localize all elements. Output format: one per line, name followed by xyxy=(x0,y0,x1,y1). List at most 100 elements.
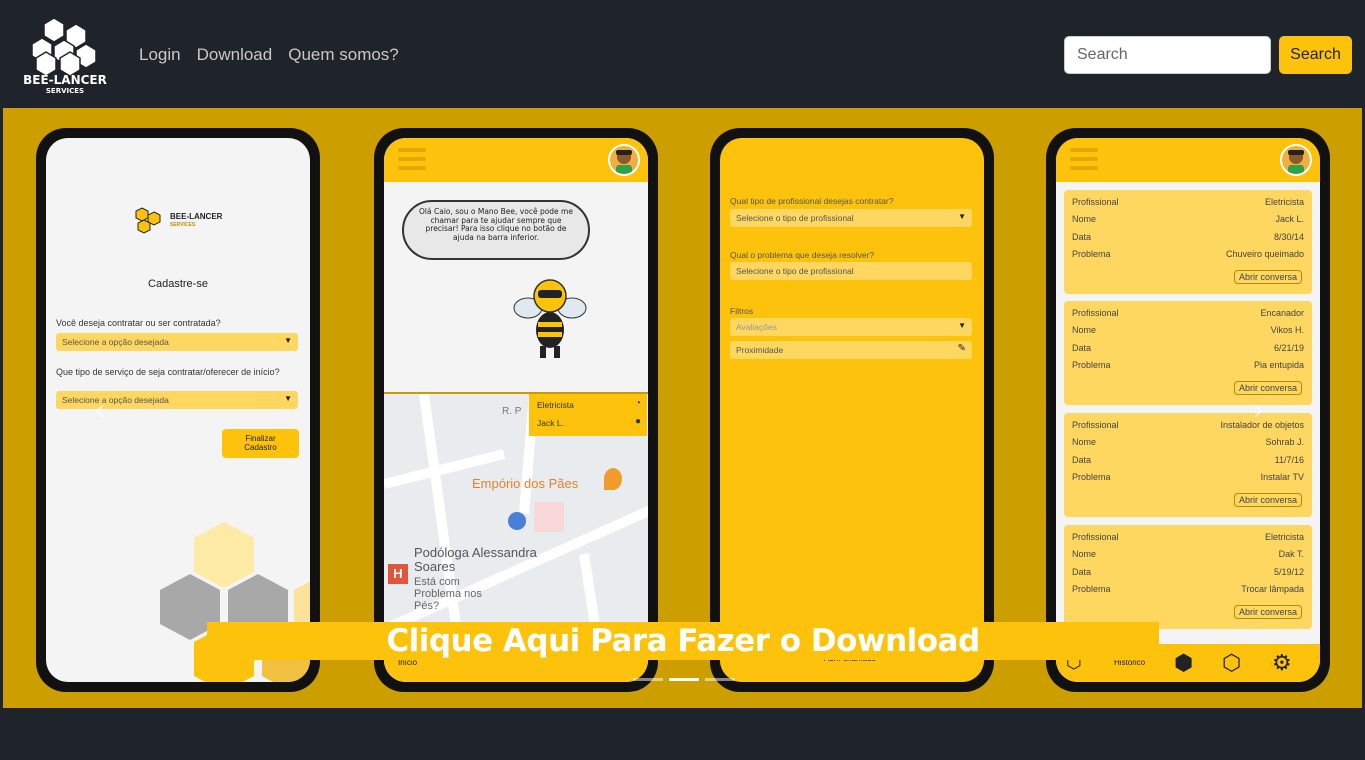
popup-name: Jack L. xyxy=(537,418,564,428)
search-input[interactable] xyxy=(1064,36,1271,74)
carousel-next-icon[interactable]: › xyxy=(1253,393,1263,427)
card-label-problem: Problema xyxy=(1072,584,1111,594)
signup-select-2-value: Selecione a opção desejada xyxy=(62,395,169,405)
card-label-date: Data xyxy=(1072,343,1092,353)
avatar[interactable] xyxy=(608,144,640,176)
phone-mockup-history: Profissional Eletricista Nome Jack L. Data… xyxy=(1046,128,1330,692)
screen-logo-text: BEE-LANCER xyxy=(170,212,223,221)
signup-question-2: Que tipo de serviço de seja contratar/of… xyxy=(56,367,280,377)
menu-icon[interactable] xyxy=(1070,148,1098,170)
card-date: 6/21/19 xyxy=(1273,343,1304,353)
nav-about[interactable]: Quem somos? xyxy=(288,45,399,65)
card-name: Jack L. xyxy=(1275,214,1304,224)
filter-proximity[interactable]: Proximidade ✎ xyxy=(730,341,972,359)
card-label-prof: Profissional xyxy=(1072,308,1119,318)
open-chat-button[interactable]: Abrir conversa xyxy=(1233,270,1302,284)
map-street-label: R. P xyxy=(502,406,522,417)
phone-mockup-signup: BEE-LANCER SERVICES Cadastre-se Você des… xyxy=(36,128,320,692)
map-screen: Olá Caio, sou o Mano Bee, você pode me c… xyxy=(384,138,648,682)
map-place-bakery: Empório dos Pães xyxy=(472,476,579,491)
card-label-name: Nome xyxy=(1072,214,1097,224)
card-name: Dak T. xyxy=(1278,549,1304,559)
open-chat-button[interactable]: Abrir conversa xyxy=(1233,605,1302,619)
card-label-date: Data xyxy=(1072,567,1092,577)
navbar: BEE-LANCER SERVICES Login Download Quem … xyxy=(0,0,1365,108)
card-label-date: Data xyxy=(1072,232,1092,242)
search-question-1: Qual tipo de profissional desejas contra… xyxy=(730,196,894,206)
honeycomb-icon[interactable]: ⬢ xyxy=(1174,650,1193,676)
card-label-problem: Problema xyxy=(1072,249,1111,259)
avatar[interactable] xyxy=(1280,144,1312,176)
finish-signup-button[interactable]: Finalizar Cadastro xyxy=(222,429,299,458)
open-chat-button[interactable]: Abrir conversa xyxy=(1233,381,1302,395)
map-place-podiatrist-sub: Está com Problema nos Pés? xyxy=(414,576,482,612)
filters-label: Filtros xyxy=(730,306,754,316)
history-card[interactable]: Profissional Eletricista Nome Jack L. Data… xyxy=(1064,190,1312,294)
signup-screen: BEE-LANCER SERVICES Cadastre-se Você des… xyxy=(46,138,310,682)
restaurant-pin-icon[interactable] xyxy=(604,468,622,490)
dropdown-arrow-icon: ▼ xyxy=(284,394,292,403)
signup-select-1[interactable]: Selecione a opção desejada ▼ xyxy=(56,333,298,351)
open-chat-button[interactable]: Abrir conversa xyxy=(1233,493,1302,507)
card-problem: Trocar lâmpada xyxy=(1241,584,1304,594)
filter-ratings-label: Avaliações xyxy=(736,322,777,332)
carousel-prev-icon[interactable]: ‹ xyxy=(95,393,105,427)
signup-question-1: Você deseja contratar ou ser contratada? xyxy=(56,318,221,328)
carousel[interactable]: BEE-LANCER SERVICES Cadastre-se Você des… xyxy=(3,108,1362,708)
bee-lancer-logo[interactable]: BEE-LANCER SERVICES xyxy=(14,16,116,96)
signup-title: Cadastre-se xyxy=(148,278,208,290)
carousel-indicator-3[interactable] xyxy=(705,678,735,681)
card-problem: Pia entupida xyxy=(1253,360,1304,370)
map-place-podiatrist: Podóloga Alessandra Soares xyxy=(414,545,537,574)
card-label-name: Nome xyxy=(1072,549,1097,559)
dropdown-arrow-icon: ▼ xyxy=(958,212,966,221)
gear-icon[interactable]: ⚙ xyxy=(1272,650,1292,676)
card-label-prof: Profissional xyxy=(1072,197,1119,207)
screen-logo: BEE-LANCER SERVICES xyxy=(132,206,222,236)
nav-download[interactable]: Download xyxy=(197,45,273,65)
card-name: Sohrab J. xyxy=(1265,437,1304,447)
phone-mockup-map: Olá Caio, sou o Mano Bee, você pode me c… xyxy=(374,128,658,692)
filter-proximity-label: Proximidade xyxy=(736,345,784,355)
card-problem: Chuveiro queimado xyxy=(1225,249,1304,259)
person-icon: ● xyxy=(634,416,641,427)
search-button[interactable]: Search xyxy=(1279,36,1352,74)
search-problem-input[interactable]: Selecione o tipo de profissional xyxy=(730,262,972,280)
filter-ratings[interactable]: Avaliações ▼ xyxy=(730,318,972,336)
search-screen: Qual tipo de profissional desejas contra… xyxy=(720,138,984,682)
download-cta-banner[interactable]: Clique Aqui Para Fazer o Download xyxy=(207,622,1159,660)
map-popup-card[interactable]: Eletricista Jack L. ◔ ● xyxy=(529,394,647,436)
card-name: Vikos H. xyxy=(1270,325,1304,335)
history-screen: Profissional Eletricista Nome Jack L. Data… xyxy=(1056,138,1320,682)
help-icon[interactable]: ⬡ xyxy=(1222,650,1241,676)
history-card[interactable]: Profissional Eletricista Nome Dak T. Data 5… xyxy=(1064,525,1312,629)
search-select-profession-value: Selecione o tipo de profissional xyxy=(736,213,854,223)
pencil-icon: ✎ xyxy=(957,343,966,354)
signup-select-2[interactable]: Selecione a opção desejada ▼ xyxy=(56,391,298,409)
screen-logo-subtext: SERVICES xyxy=(170,222,196,228)
card-label-problem: Problema xyxy=(1072,360,1111,370)
nav-login[interactable]: Login xyxy=(139,45,181,65)
dropdown-arrow-icon: ▼ xyxy=(284,336,292,345)
app-header xyxy=(1056,138,1320,182)
mail-pin-icon[interactable] xyxy=(508,512,526,530)
history-card[interactable]: Profissional Encanador Nome Vikos H. Data 6… xyxy=(1064,301,1312,405)
card-prof: Eletricista xyxy=(1264,197,1304,207)
bee-speech-bubble: Olá Caio, sou o Mano Bee, você pode me c… xyxy=(402,200,590,260)
card-date: 8/30/14 xyxy=(1273,232,1304,242)
carousel-indicator-2[interactable] xyxy=(669,678,699,681)
card-label-date: Data xyxy=(1072,455,1092,465)
popup-service: Eletricista xyxy=(537,400,574,410)
history-card[interactable]: Profissional Instalador de objetos Nome So… xyxy=(1064,413,1312,517)
hospital-icon: H xyxy=(388,564,408,584)
menu-icon[interactable] xyxy=(398,148,426,170)
carousel-indicator-1[interactable] xyxy=(633,678,663,681)
card-label-name: Nome xyxy=(1072,437,1097,447)
card-label-prof: Profissional xyxy=(1072,420,1119,430)
phone-mockup-search: Qual tipo de profissional desejas contra… xyxy=(710,128,994,692)
dropdown-arrow-icon: ▼ xyxy=(958,321,966,330)
card-prof: Eletricista xyxy=(1264,532,1304,542)
nav-links: Login Download Quem somos? xyxy=(139,45,399,65)
card-date: 5/19/12 xyxy=(1273,567,1304,577)
search-select-profession[interactable]: Selecione o tipo de profissional ▼ xyxy=(730,209,972,227)
